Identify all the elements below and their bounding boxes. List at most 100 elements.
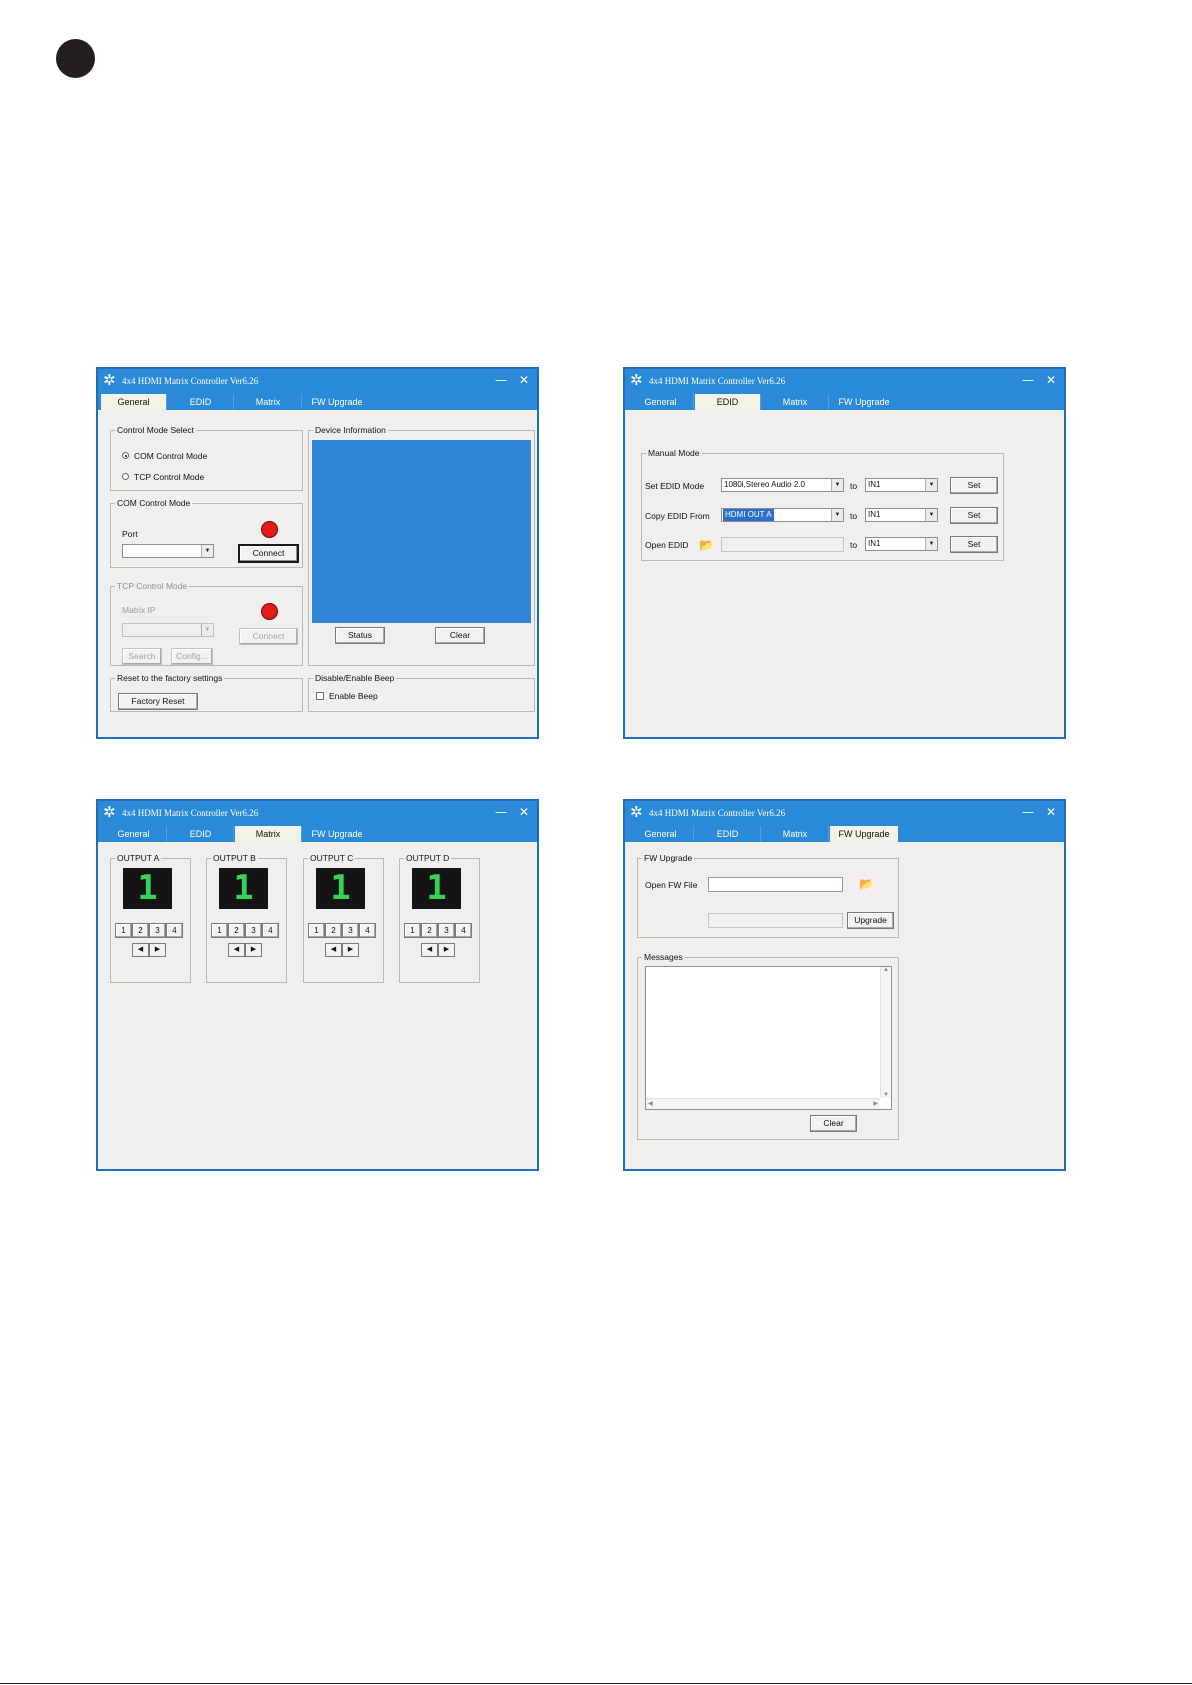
scroll-right-icon[interactable]: ▶ [873,1100,878,1107]
output-a-input-2-button[interactable]: 2 [132,923,149,938]
output-a-input-4-button[interactable]: 4 [166,923,183,938]
com-mode-radio[interactable] [122,452,129,459]
window-general: ✲ 4x4 HDMI Matrix Controller Ver6.26 — ✕… [96,367,539,739]
close-button[interactable]: ✕ [519,373,529,387]
output-b-prev-button[interactable]: ◀ [228,943,245,957]
tcp-connect-button[interactable]: Connect [239,628,298,645]
output-b-input-1-button[interactable]: 1 [211,923,228,938]
title-bar[interactable]: ✲ 4x4 HDMI Matrix Controller Ver6.26 — ✕ [98,369,537,393]
scroll-down-icon[interactable]: ▼ [881,1092,891,1098]
scroll-up-icon[interactable]: ▲ [881,967,891,973]
messages-log[interactable]: ▲ ▼ ◀ ▶ [645,966,892,1110]
tab-fw-upgrade[interactable]: FW Upgrade [303,394,371,410]
output-a-input-1-button[interactable]: 1 [115,923,132,938]
close-button[interactable]: ✕ [519,805,529,819]
vertical-scrollbar[interactable]: ▲ ▼ [880,967,891,1098]
output-a-input-3-button[interactable]: 3 [149,923,166,938]
output-c-input-4-button[interactable]: 4 [359,923,376,938]
minimize-button[interactable]: — [1022,805,1034,819]
tab-matrix[interactable]: Matrix [762,826,829,842]
output-d-input-3-button[interactable]: 3 [438,923,455,938]
config-button[interactable]: Config... [171,648,213,665]
port-label: Port [122,529,138,539]
output-d-input-1-button[interactable]: 1 [404,923,421,938]
close-button[interactable]: ✕ [1046,805,1056,819]
tab-bar: General EDID Matrix FW Upgrade [625,825,1064,842]
tcp-mode-radio[interactable] [122,473,129,480]
open-edid-target-select[interactable]: IN1 ▼ [865,537,938,551]
output-a-prev-button[interactable]: ◀ [132,943,149,957]
output-b-input-2-button[interactable]: 2 [228,923,245,938]
minimize-button[interactable]: — [495,373,507,387]
open-edid-set-button[interactable]: Set [950,536,998,553]
matrix-ip-label: Matrix IP [122,605,156,615]
horizontal-scrollbar[interactable]: ◀ ▶ [646,1098,880,1109]
tab-general[interactable]: General [628,826,694,842]
copy-edid-set-button[interactable]: Set [950,507,998,524]
tab-fw-upgrade[interactable]: FW Upgrade [830,826,898,842]
window-title: 4x4 HDMI Matrix Controller Ver6.26 [649,808,786,818]
output-c-input-2-button[interactable]: 2 [325,923,342,938]
messages-clear-button[interactable]: Clear [810,1115,857,1132]
com-connect-button[interactable]: Connect [239,545,298,562]
minimize-button[interactable]: — [1022,373,1034,387]
folder-open-icon[interactable]: 📂 [699,538,714,552]
output-c-next-button[interactable]: ▶ [342,943,359,957]
output-b-input-3-button[interactable]: 3 [245,923,262,938]
output-b-input-4-button[interactable]: 4 [262,923,279,938]
tab-general[interactable]: General [628,394,694,410]
output-d-next-button[interactable]: ▶ [438,943,455,957]
enable-beep-checkbox[interactable] [316,692,324,700]
output-d-display: 1 [412,868,461,909]
tab-fw-upgrade[interactable]: FW Upgrade [830,394,898,410]
clear-button[interactable]: Clear [435,627,485,644]
output-c-input-3-button[interactable]: 3 [342,923,359,938]
tab-content-edid: Manual Mode Set EDID Mode 1080i,Stereo A… [625,410,1064,737]
tab-edid[interactable]: EDID [168,394,234,410]
status-button[interactable]: Status [335,627,385,644]
copy-edid-source-select[interactable]: HDMI OUT A ▼ [721,508,844,522]
output-b-next-button[interactable]: ▶ [245,943,262,957]
tab-edid[interactable]: EDID [168,826,234,842]
set-edid-mode-button[interactable]: Set [950,477,998,494]
tab-matrix[interactable]: Matrix [235,394,302,410]
close-button[interactable]: ✕ [1046,373,1056,387]
copy-edid-target-select[interactable]: IN1 ▼ [865,508,938,522]
title-bar[interactable]: ✲ 4x4 HDMI Matrix Controller Ver6.26 — ✕ [98,801,537,825]
port-select[interactable]: ▼ [122,544,214,558]
output-c-prev-button[interactable]: ◀ [325,943,342,957]
fw-progress-bar [708,913,843,928]
folder-open-icon[interactable]: 📂 [859,877,874,891]
target-value: IN1 [868,510,881,519]
title-bar[interactable]: ✲ 4x4 HDMI Matrix Controller Ver6.26 — ✕ [625,369,1064,393]
tab-edid[interactable]: EDID [695,394,761,410]
set-edid-mode-label: Set EDID Mode [645,481,705,491]
output-d-input-4-button[interactable]: 4 [455,923,472,938]
output-c-input-1-button[interactable]: 1 [308,923,325,938]
set-edid-target-select[interactable]: IN1 ▼ [865,478,938,492]
matrix-ip-select[interactable]: ▼ [122,623,214,637]
output-d-input-2-button[interactable]: 2 [421,923,438,938]
window-fw-upgrade: ✲ 4x4 HDMI Matrix Controller Ver6.26 — ✕… [623,799,1066,1171]
upgrade-button[interactable]: Upgrade [847,912,894,929]
tab-matrix[interactable]: Matrix [762,394,829,410]
to-label: to [850,481,858,491]
edid-mode-select[interactable]: 1080i,Stereo Audio 2.0 ▼ [721,478,844,492]
scroll-left-icon[interactable]: ◀ [648,1100,653,1107]
output-a-next-button[interactable]: ▶ [149,943,166,957]
search-button[interactable]: Search [122,648,162,665]
tab-general[interactable]: General [101,826,167,842]
manual-page: ✲ 4x4 HDMI Matrix Controller Ver6.26 — ✕… [0,0,1192,1685]
edid-file-path[interactable] [721,537,844,552]
output-d-prev-button[interactable]: ◀ [421,943,438,957]
target-value: IN1 [868,539,881,548]
window-edid: ✲ 4x4 HDMI Matrix Controller Ver6.26 — ✕… [623,367,1066,739]
tab-fw-upgrade[interactable]: FW Upgrade [303,826,371,842]
fw-file-path[interactable] [708,877,843,892]
factory-reset-button[interactable]: Factory Reset [118,693,198,710]
tab-edid[interactable]: EDID [695,826,761,842]
tab-general[interactable]: General [101,394,167,410]
title-bar[interactable]: ✲ 4x4 HDMI Matrix Controller Ver6.26 — ✕ [625,801,1064,825]
tab-matrix[interactable]: Matrix [235,826,302,842]
minimize-button[interactable]: — [495,805,507,819]
